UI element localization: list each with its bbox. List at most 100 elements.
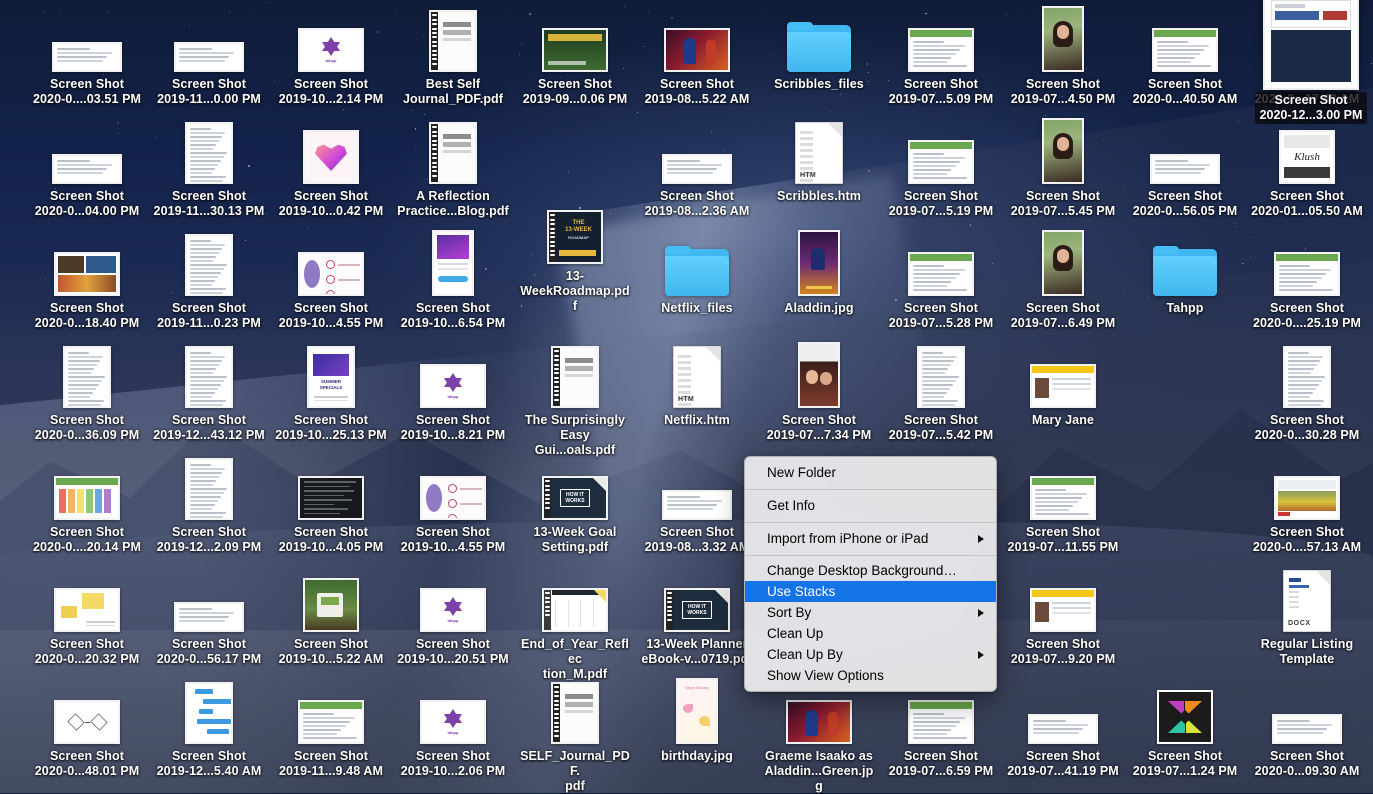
desktop-icon[interactable]: SELF_Journal_PDF. pdf [519,680,631,794]
desktop-icon[interactable]: A Reflection Practice...Blog.pdf [397,120,509,219]
context-menu-item[interactable]: Import from iPhone or iPad [745,527,996,551]
desktop-icon[interactable]: DOCX Regular Listing Template [1251,568,1363,667]
desktop-icon[interactable]: Aladdin.jpg [763,230,875,316]
desktop-icon[interactable]: Screen Shot 2019-12...43.12 PM [153,344,265,443]
desktop-icon[interactable]: Screen Shot 2019-07...5.42 PM [885,344,997,443]
desktop-icon[interactable]: Screen Shot 2019-07...4.50 PM [1007,6,1119,107]
desktop-icon[interactable]: Screen Shot 2020-0...56.17 PM [153,568,265,667]
context-menu-item[interactable]: Get Info [745,494,996,518]
desktop-icon[interactable]: End_of_Year_Reflec tion_M.pdf [519,568,631,682]
desktop-icon[interactable]: Screen Shot 2020-0....57.13 AM [1251,456,1363,555]
desktop-icon-label-line1: Screen Shot [1147,749,1223,763]
dragged-file-ghost[interactable]: Screen Shot 2020-12...3.00 PM [1252,0,1370,124]
desktop-icon[interactable]: Screen Shot 2019-07...1.24 PM [1129,680,1241,779]
context-menu-item[interactable]: Use Stacks [745,581,996,602]
desktop-icon[interactable]: Happy Birthday birthday.jpg [641,678,753,764]
desktop-icon[interactable]: Screen Shot 2020-0...56.05 PM [1129,120,1241,219]
desktop-icon[interactable]: Screen Shot 2020-0...18.40 PM [31,232,143,331]
desktop-icon-thumbnail [519,680,631,744]
desktop-icon[interactable]: Screen Shot 2019-07...5.09 PM [885,8,997,107]
dragged-file-label-line1: Screen Shot [1274,93,1348,107]
desktop-icon-label-line2: 2019-10...5.22 AM [278,652,384,666]
desktop-icon-label-line2: 2020-0...20.32 PM [34,652,140,666]
desktop-icon[interactable]: Screen Shot 2020-0....25.19 PM [1251,232,1363,331]
desktop-icon[interactable]: Screen Shot 2019-10...0.42 PM [275,120,387,219]
desktop-icon-label-line1: Tahpp [1166,301,1204,315]
desktop-icon[interactable]: tahpp Screen Shot 2019-10...2.06 PM [397,680,509,779]
desktop-icon[interactable]: Screen Shot 2019-07...6.59 PM [885,680,997,779]
desktop-icon[interactable]: Graeme Isaako as Aladdin...Green.jpg [763,680,875,794]
desktop-icon-thumbnail [1251,456,1363,520]
desktop-icon[interactable]: Screen Shot 2019-07...5.19 PM [885,120,997,219]
desktop-icon[interactable]: Screen Shot 2020-0...48.01 PM [31,680,143,779]
desktop-icon[interactable]: tahpp Screen Shot 2019-10...2.14 PM [275,8,387,107]
desktop-icon[interactable]: Screen Shot 2019-11...0.23 PM [153,232,265,331]
desktop-icon[interactable]: tahpp Screen Shot 2019-10...20.51 PM [397,568,509,667]
desktop-icon-label-line2: WeekRoadmap.pdf [520,284,630,313]
desktop-context-menu[interactable]: New Folder Get Info Import from iPhone or … [744,456,997,692]
desktop-icon[interactable]: Screen Shot 2020-0...36.09 PM [31,344,143,443]
desktop-icon[interactable]: Screen Shot 2019-11...30.13 PM [153,120,265,219]
desktop-icon[interactable]: THE 13-WEEK ROADMAP 13- WeekRoadmap.pdf [519,200,631,314]
desktop-icon[interactable]: Screen Shot 2019-12...5.40 AM [153,680,265,779]
desktop-icon-label: Screen Shot 2019-07...5.45 PM [1011,189,1116,219]
desktop-icon[interactable]: Best Self Journal_PDF.pdf [397,8,509,107]
desktop-icon[interactable]: Screen Shot 2019-10...4.55 PM [275,232,387,331]
desktop-icon[interactable]: Netflix_files [641,232,753,316]
desktop-icon[interactable]: HTM Scribbles.htm [763,120,875,204]
desktop-icon[interactable]: Screen Shot 2019-07...5.45 PM [1007,118,1119,219]
desktop-icon-label: Screen Shot 2019-09...0.06 PM [523,77,628,107]
context-menu-item[interactable]: Show View Options [745,665,996,686]
desktop-icon-label-line1: End_of_Year_Reflec [521,637,629,666]
desktop-icon[interactable]: Screen Shot 2020-0....20.14 PM [31,456,143,555]
desktop-icon-label: Screen Shot 2019-10...4.55 PM [279,301,384,331]
desktop-icon[interactable]: Screen Shot 2019-07...9.20 PM [1007,568,1119,667]
desktop-icon[interactable]: Screen Shot 2019-07...11.55 PM [1007,456,1119,555]
desktop-icon-label: Screen Shot 2019-10...2.14 PM [279,77,384,107]
desktop-icon-label: Scribbles.htm [777,189,861,204]
desktop-icon[interactable]: Screen Shot 2019-07...41.19 PM [1007,680,1119,779]
desktop-icon[interactable]: Screen Shot 2019-07...7.34 PM [763,342,875,443]
context-menu-item[interactable]: Clean Up By [745,644,996,665]
desktop-icon[interactable]: Screen Shot 2019-10...4.55 PM [397,456,509,555]
desktop-icon[interactable]: Screen Shot 2019-10...5.22 AM [275,568,387,667]
desktop-icon-label-line2: 2019-10...20.51 PM [397,652,509,666]
context-menu-item[interactable]: Change Desktop Background… [745,560,996,581]
desktop-icon[interactable]: Screen Shot 2020-0...40.50 AM [1129,8,1241,107]
desktop-icon-label-line1: Screen Shot [293,413,369,427]
desktop-icon[interactable]: The Surprisingly Easy Gui...oals.pdf [519,344,631,458]
desktop-icon[interactable]: Mary Jane [1007,344,1119,428]
desktop-icon[interactable]: Klush Screen Shot 2020-01...05.50 AM [1251,120,1363,219]
desktop-icon[interactable]: Screen Shot 2020-0...30.28 PM [1251,344,1363,443]
desktop-icon-label-line2: 2019-10...4.55 PM [278,316,384,330]
desktop-icon[interactable]: Screen Shot 2019-12...2.09 PM [153,456,265,555]
desktop-icon[interactable]: Screen Shot 2019-11...0.00 PM [153,8,265,107]
desktop-icon[interactable]: Scribbles_files [763,8,875,92]
desktop-icon[interactable]: Tahpp [1129,232,1241,316]
desktop-icon[interactable]: Screen Shot 2020-0...20.32 PM [31,568,143,667]
desktop-icon[interactable]: Screen Shot 2019-07...6.49 PM [1007,230,1119,331]
desktop-icon[interactable]: Screen Shot 2019-07...5.28 PM [885,232,997,331]
desktop-icon[interactable]: Screen Shot 2019-09...0.06 PM [519,8,631,107]
desktop-icon-label: birthday.jpg [661,749,733,764]
desktop-icon[interactable]: Screen Shot 2019-08...2.36 AM [641,120,753,219]
desktop-icon[interactable]: HTM Netflix.htm [641,344,753,428]
desktop-icon[interactable]: Screen Shot 2019-10...6.54 PM [397,230,509,331]
context-menu-item[interactable]: Sort By [745,602,996,623]
context-menu-item[interactable]: Clean Up [745,623,996,644]
desktop-icon[interactable]: Screen Shot 2020-0...04.00 PM [31,120,143,219]
desktop-icon[interactable]: Screen Shot 2019-10...4.05 PM [275,456,387,555]
desktop-icon[interactable]: Screen Shot 2020-0....03.51 PM [31,8,143,107]
desktop-icon-label-line1: The Surprisingly [524,413,626,427]
desktop-icon[interactable]: HOW IT WORKS 13-Week Goal Setting.pdf [519,456,631,555]
desktop-icon[interactable]: Screen Shot 2019-11...9.48 AM [275,680,387,779]
desktop-icon[interactable]: HOW IT WORKS 13-Week Planner eBook-v...0719… [641,568,753,667]
context-menu-item[interactable]: New Folder [745,461,996,485]
desktop-icon-label-line1: Screen Shot [903,189,979,203]
desktop-icon[interactable]: tahpp Screen Shot 2019-10...8.21 PM [397,344,509,443]
desktop-icon[interactable]: Screen Shot 2019-08...5.22 AM [641,8,753,107]
desktop-icon-label-line1: Screen Shot [1025,749,1101,763]
desktop-icon[interactable]: SUMMER SPECIALS Screen Shot 2019-10...25.13… [275,344,387,443]
desktop-icon[interactable]: Screen Shot 2020-0...09.30 AM [1251,680,1363,779]
desktop-icon[interactable]: Screen Shot 2019-08...3.32 AM [641,456,753,555]
